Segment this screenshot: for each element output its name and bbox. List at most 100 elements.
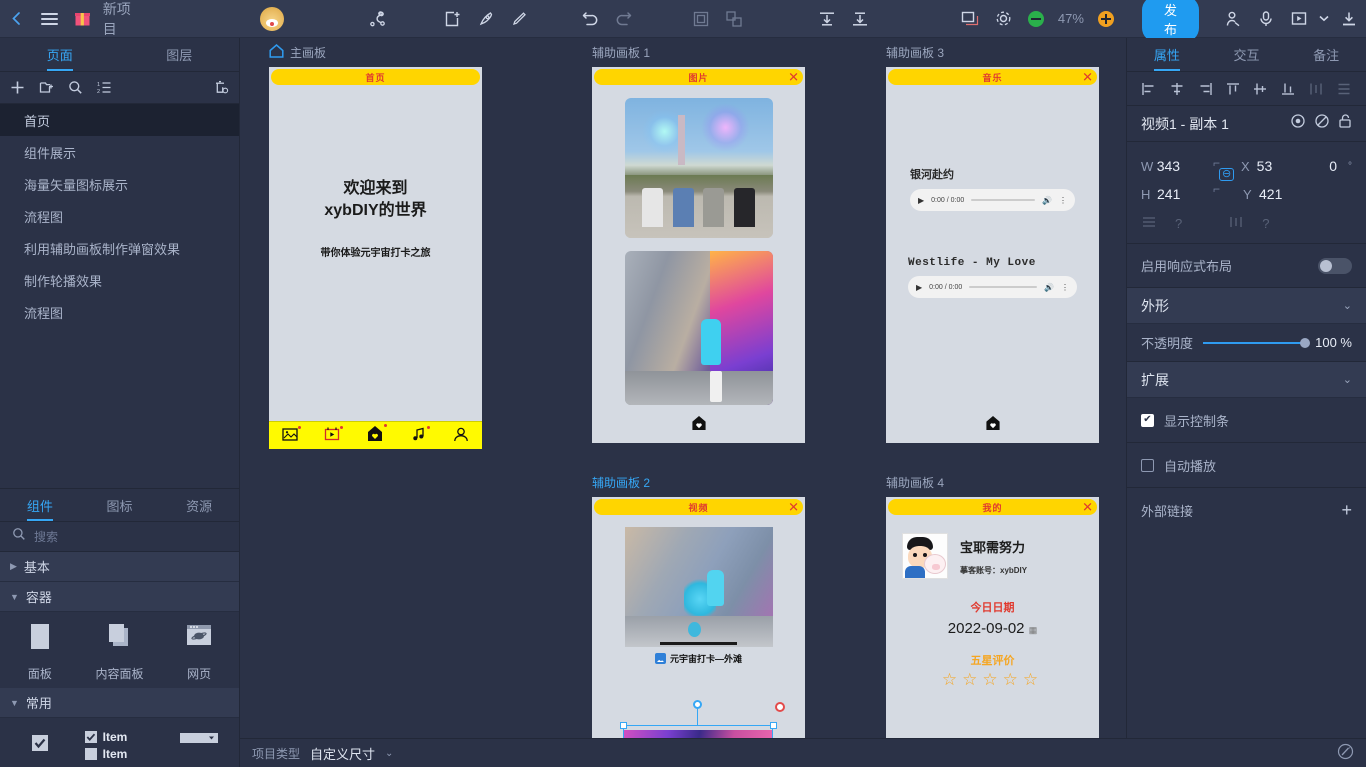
video-icon[interactable] xyxy=(324,425,344,445)
component-checkbox[interactable] xyxy=(0,730,80,761)
close-icon[interactable]: ✕ xyxy=(1082,501,1093,514)
mic-icon[interactable] xyxy=(1250,0,1283,38)
page-item[interactable]: 制作轮播效果 xyxy=(0,264,239,296)
video-thumbnail[interactable] xyxy=(624,527,773,647)
home-icon[interactable] xyxy=(690,415,707,435)
project-title[interactable]: 新项目 xyxy=(103,0,144,39)
rotate-handle[interactable] xyxy=(693,700,702,709)
flip-horizontal-icon[interactable] xyxy=(1228,216,1244,231)
show-controls-row[interactable]: 显示控制条 xyxy=(1127,398,1366,443)
collaborate-icon[interactable] xyxy=(1217,0,1250,38)
photo-fireworks[interactable] xyxy=(624,98,773,238)
audio-player[interactable]: ▶ 0:00 / 0:00 🔊 ⋮ xyxy=(910,189,1075,211)
photo-street[interactable] xyxy=(624,251,773,405)
page-item[interactable]: 首页 xyxy=(0,104,239,136)
volume-icon[interactable]: 🔊 xyxy=(1044,283,1054,292)
distribute-h-icon[interactable] xyxy=(1308,82,1324,96)
link-ratio-icon[interactable]: ⊖ xyxy=(1219,168,1235,181)
artboard-2[interactable]: 辅助画板 2 视频 ✕ 元宇宙打卡—外滩 xyxy=(592,474,805,738)
star-rating[interactable]: ☆☆☆☆☆ xyxy=(886,670,1099,690)
y-value[interactable]: 421 xyxy=(1259,186,1315,202)
artboard-main[interactable]: 主画板 首页 欢迎来到 xybDIY的世界 带你体验元宇宙打卡之旅 xyxy=(269,44,482,449)
menu-icon[interactable] xyxy=(33,0,66,38)
calendar-icon[interactable]: ▦ xyxy=(1029,625,1038,635)
send-back-icon[interactable] xyxy=(843,0,876,38)
zoom-in-icon[interactable] xyxy=(1089,0,1122,38)
redo-icon[interactable] xyxy=(607,0,640,38)
delete-page-icon[interactable] xyxy=(214,80,229,95)
tab-properties[interactable]: 属性 xyxy=(1127,38,1207,71)
gift-icon[interactable] xyxy=(66,0,99,38)
responsive-toggle[interactable] xyxy=(1318,257,1352,274)
align-right-icon[interactable] xyxy=(1197,82,1213,96)
back-icon[interactable] xyxy=(0,0,33,38)
group-basic[interactable]: ▶ 基本 xyxy=(0,552,239,582)
show-controls-checkbox[interactable] xyxy=(1141,413,1154,427)
page-item[interactable]: 流程图 xyxy=(0,200,239,232)
group-container[interactable]: ▼ 容器 xyxy=(0,582,239,612)
phone-frame-1[interactable]: 图片 ✕ xyxy=(592,67,805,443)
sort-icon[interactable]: 12 xyxy=(97,80,112,95)
component-content-panel[interactable]: 内容面板 xyxy=(80,622,160,682)
audio-player[interactable]: ▶ 0:00 / 0:00 🔊 ⋮ xyxy=(908,276,1077,298)
artboard-1[interactable]: 辅助画板 1 图片 ✕ xyxy=(592,44,805,443)
page-item[interactable]: 流程图 xyxy=(0,296,239,328)
resize-handle-tr[interactable] xyxy=(770,722,777,729)
interaction-handle[interactable] xyxy=(775,702,785,712)
tab-components[interactable]: 组件 xyxy=(0,489,80,521)
tab-interaction[interactable]: 交互 xyxy=(1207,38,1287,71)
autoplay-checkbox[interactable] xyxy=(1141,458,1154,472)
home-icon[interactable] xyxy=(366,423,388,447)
download-icon[interactable] xyxy=(1333,0,1366,38)
component-checkbox-list[interactable]: Item Item xyxy=(80,730,160,761)
flip-vertical-icon[interactable] xyxy=(1141,216,1157,231)
align-middle-v-icon[interactable] xyxy=(1252,82,1268,96)
bring-front-icon[interactable] xyxy=(810,0,843,38)
zoom-out-icon[interactable] xyxy=(1020,0,1053,38)
page-item[interactable]: 组件展示 xyxy=(0,136,239,168)
zoom-level[interactable]: 47% xyxy=(1052,11,1089,26)
artboard-3[interactable]: 辅助画板 3 音乐 ✕ 银河赴约 ▶ 0:00 / 0:00 🔊 ⋮ Westl… xyxy=(886,44,1099,443)
tab-icons[interactable]: 图标 xyxy=(80,489,160,521)
lock-icon[interactable] xyxy=(1338,113,1352,134)
close-icon[interactable]: ✕ xyxy=(1082,71,1093,84)
play-icon[interactable] xyxy=(1283,0,1316,38)
pen-icon[interactable] xyxy=(470,0,503,38)
search-icon[interactable] xyxy=(68,80,83,95)
play-icon[interactable]: ▶ xyxy=(918,196,924,205)
music-icon[interactable] xyxy=(411,425,430,445)
artboard-4[interactable]: 辅助画板 4 我的 ✕ 宝耶需努力 摹客账号：xybDIY 今日日期 2022-… xyxy=(886,474,1099,738)
more-icon[interactable]: ⋮ xyxy=(1059,196,1067,205)
pencil-icon[interactable] xyxy=(502,0,535,38)
phone-frame-main[interactable]: 首页 欢迎来到 xybDIY的世界 带你体验元宇宙打卡之旅 xyxy=(269,67,482,449)
phone-frame-3[interactable]: 音乐 ✕ 银河赴约 ▶ 0:00 / 0:00 🔊 ⋮ Westlife - M… xyxy=(886,67,1099,443)
connect-icon[interactable] xyxy=(361,0,394,38)
component-webpage[interactable]: 网页 xyxy=(159,622,239,682)
volume-icon[interactable]: 🔊 xyxy=(1042,196,1052,205)
distribute-v-icon[interactable] xyxy=(1336,82,1352,96)
component-dropdown[interactable] xyxy=(159,730,239,761)
page-item[interactable]: 海量矢量图标展示 xyxy=(0,168,239,200)
rotation-value[interactable]: 0 xyxy=(1312,158,1337,174)
component-search[interactable] xyxy=(0,522,239,552)
more-icon[interactable]: ⋮ xyxy=(1061,283,1069,292)
section-appearance[interactable]: 外形 ⌄ xyxy=(1127,288,1366,324)
avatar[interactable] xyxy=(259,6,284,31)
align-bottom-icon[interactable] xyxy=(1280,82,1296,96)
canvas-area[interactable]: 主画板 首页 欢迎来到 xybDIY的世界 带你体验元宇宙打卡之旅 辅助画板 1… xyxy=(240,38,1126,738)
publish-button[interactable]: 发布 xyxy=(1141,0,1200,42)
page-item[interactable]: 利用辅助画板制作弹窗效果 xyxy=(0,232,239,264)
tab-resources[interactable]: 资源 xyxy=(159,489,239,521)
height-value[interactable]: 241 xyxy=(1157,186,1213,202)
add-page-icon[interactable] xyxy=(10,80,25,95)
add-artboard-icon[interactable] xyxy=(437,0,470,38)
close-icon[interactable]: ✕ xyxy=(788,71,799,84)
opacity-value[interactable]: 100 % xyxy=(1315,335,1352,350)
resize-handle-tl[interactable] xyxy=(620,722,627,729)
image-icon[interactable] xyxy=(282,425,302,445)
progress-bar[interactable] xyxy=(971,199,1036,201)
close-icon[interactable]: ✕ xyxy=(788,501,799,514)
preview-icon[interactable] xyxy=(954,0,987,38)
group-common[interactable]: ▼ 常用 xyxy=(0,688,239,718)
visibility-icon[interactable] xyxy=(1290,113,1306,134)
